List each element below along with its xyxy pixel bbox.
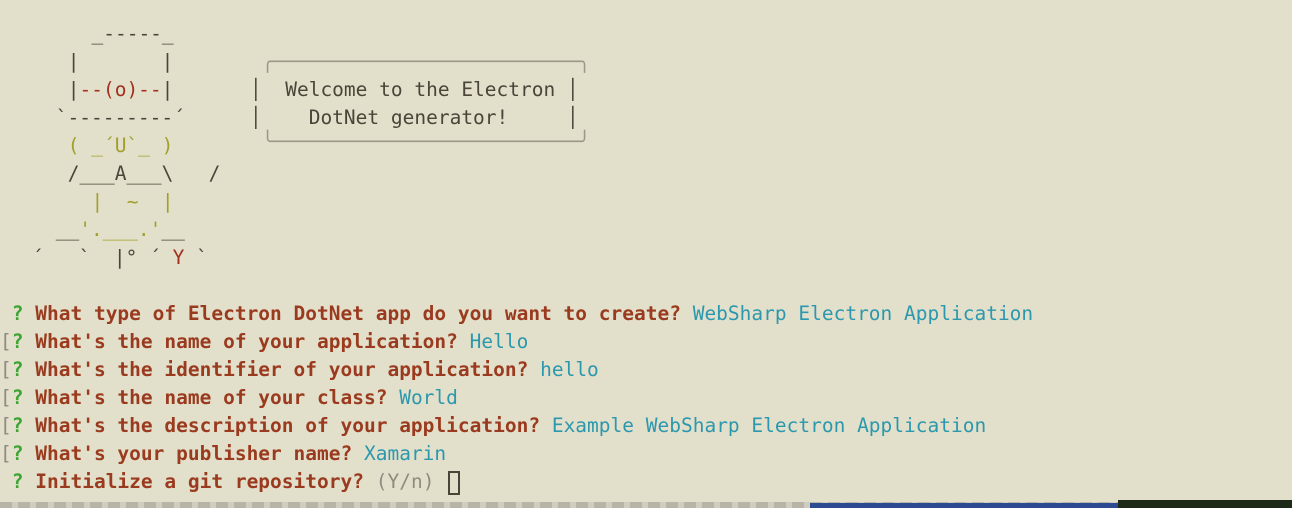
prompt-question: What's the description of your applicati… <box>35 414 541 437</box>
speech-bubble-line-1: │ Welcome to the Electron │ <box>250 78 579 101</box>
question-mark-icon: ? <box>11 414 24 437</box>
prompt-answer: Example WebSharp Electron Application <box>551 414 987 437</box>
question-mark-icon: ? <box>11 470 24 493</box>
prompt-line: [? What's your publisher name? Xamarin <box>0 442 447 465</box>
yeoman-art-line-9: ´ ` |° ´ Y ` <box>20 246 208 269</box>
yeoman-art-line-1: _-----_ <box>68 22 174 45</box>
prompt-answer: hello <box>540 358 599 381</box>
terminal-window[interactable]: _-----_ | | |--(o)--| `---------´ ( _´U`… <box>0 0 1292 502</box>
prompt-question: What's the name of your application? <box>35 330 458 353</box>
yeoman-art-line-5: ( _´U`_ ) <box>56 134 174 157</box>
prompt-line: [? What's the identifier of your applica… <box>0 358 599 381</box>
prompt-question: Initialize a git repository? <box>35 470 364 493</box>
yeoman-art-line-6: /___A___\ / <box>56 162 221 185</box>
prompt-answer: WebSharp Electron Application <box>692 302 1034 325</box>
current-prompt[interactable]: ? Initialize a git repository? (Y/n) <box>0 468 461 496</box>
yeoman-art-line-2: | | <box>56 50 174 73</box>
prompt-answer: World <box>399 386 458 409</box>
speech-bubble-bottom: ╰──────────────────────────╯ <box>250 130 591 153</box>
background-window-edge <box>1118 500 1292 508</box>
yeoman-art-line-3: |--(o)--| <box>56 78 174 101</box>
prompt-line: [? What's the description of your applic… <box>0 414 987 437</box>
question-mark-icon: ? <box>11 302 24 325</box>
prompt-line: [? What's the name of your application? … <box>0 330 529 353</box>
prompt-hint: (Y/n) <box>375 470 435 493</box>
prompt-question: What's your publisher name? <box>35 442 353 465</box>
question-mark-icon: ? <box>11 330 24 353</box>
question-mark-icon: ? <box>11 386 24 409</box>
yeoman-art-line-8: __'.___.'__ <box>44 218 185 241</box>
prompt-question: What's the name of your class? <box>35 386 388 409</box>
yeoman-art-line-4: `---------´ <box>44 106 185 129</box>
prompt-line: ? What type of Electron DotNet app do yo… <box>0 300 1033 328</box>
question-mark-icon: ? <box>11 442 24 465</box>
speech-bubble-top: ╭──────────────────────────╮ <box>250 50 591 73</box>
text-cursor[interactable] <box>448 470 461 495</box>
prompt-line: [? What's the name of your class? World <box>0 386 458 409</box>
prompt-answer: Hello <box>469 330 529 353</box>
prompt-question: What's the identifier of your applicatio… <box>35 358 529 381</box>
prompt-question: What type of Electron DotNet app do you … <box>35 302 681 325</box>
background-window-edge <box>810 503 1118 508</box>
yeoman-art-line-7: | ~ | <box>68 190 174 213</box>
prompt-answer: Xamarin <box>363 442 447 465</box>
question-mark-icon: ? <box>11 358 24 381</box>
